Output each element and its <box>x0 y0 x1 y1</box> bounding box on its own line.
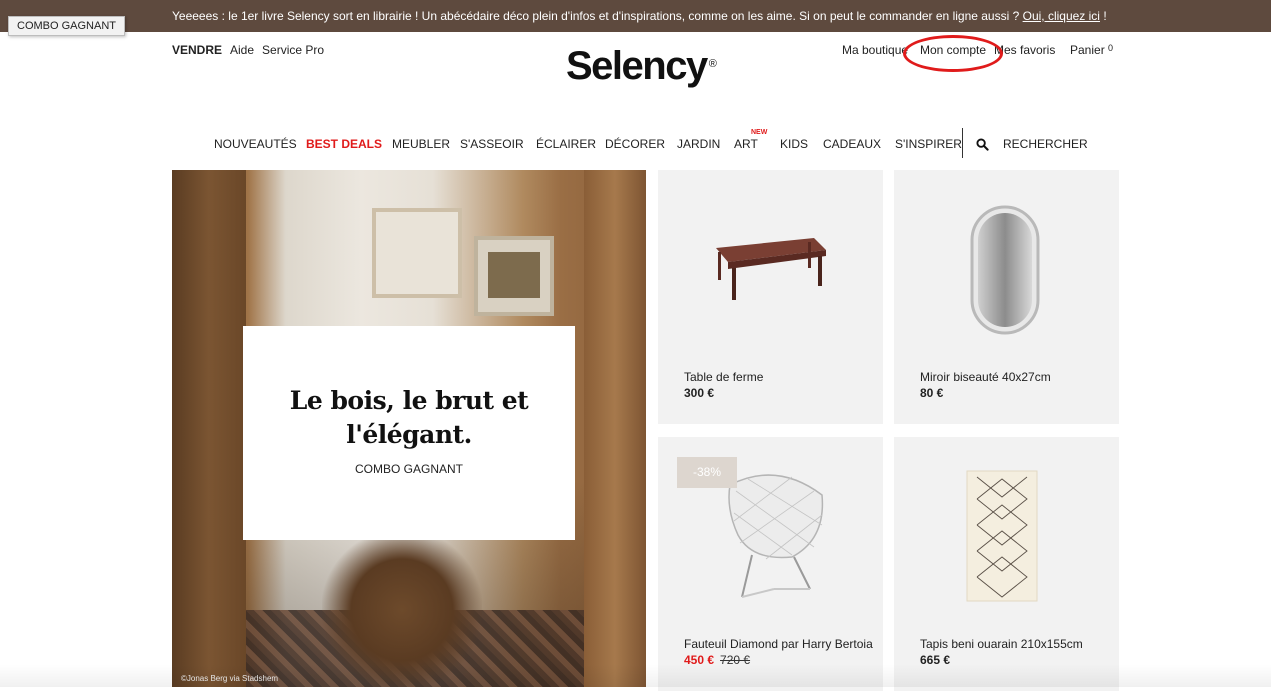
announcement-end: ! <box>1099 9 1107 23</box>
product-name: Fauteuil Diamond par Harry Bertoia <box>684 637 873 651</box>
old-price: 720 € <box>720 653 751 667</box>
sell-link[interactable]: VENDRE <box>172 43 222 57</box>
nav-item-jardin[interactable]: JARDIN <box>677 137 720 151</box>
product-card[interactable]: Tapis beni ouarain 210x155cm 665 € <box>894 437 1119 691</box>
nav-item-decorer[interactable]: DÉCORER <box>605 137 665 151</box>
nav-item-eclairer[interactable]: ÉCLAIRER <box>536 137 596 151</box>
announcement-bar: Yeeeees : le 1er livre Selency sort en l… <box>0 0 1271 32</box>
hero-image-chair <box>322 530 482 687</box>
tooltip: COMBO GAGNANT <box>8 16 126 36</box>
armchair-image <box>728 474 824 598</box>
product-card[interactable]: Table de ferme 300 € <box>658 170 883 424</box>
table-image <box>716 238 826 300</box>
nav-item-kids[interactable]: KIDS <box>780 137 808 151</box>
my-shop-link[interactable]: Ma boutique <box>842 43 908 57</box>
header-left-links: VENDRE Aide Service Pro <box>172 43 332 57</box>
hero-image-frame <box>372 208 462 298</box>
logo-text: Selency <box>566 44 708 88</box>
nav-item-sasseoir[interactable]: S'ASSEOIR <box>460 137 524 151</box>
hero-image-door-left <box>172 170 246 687</box>
nav-item-best-deals[interactable]: BEST DEALS <box>306 137 382 151</box>
cart-count-badge: 0 <box>1108 43 1114 53</box>
hero-subtitle: COMBO GAGNANT <box>354 462 463 476</box>
announcement-message: Yeeeees : le 1er livre Selency sort en l… <box>172 9 1023 23</box>
logo-mark: ® <box>708 58 717 70</box>
hero-banner[interactable]: Le bois, le brut et l'élégant. COMBO GAG… <box>172 170 646 687</box>
nav-item-sinspirer[interactable]: S'INSPIRER <box>895 137 962 151</box>
product-name: Tapis beni ouarain 210x155cm <box>920 637 1083 651</box>
product-price: 665 € <box>920 653 951 667</box>
annotation-circle <box>903 35 1003 72</box>
product-price: 80 € <box>920 386 944 400</box>
discount-badge: -38% <box>677 457 737 488</box>
new-badge: NEW <box>751 129 768 136</box>
search-icon[interactable] <box>976 138 989 151</box>
mirror-image <box>970 205 1040 335</box>
main-nav: NOUVEAUTÉS BEST DEALS MEUBLER S'ASSEOIR … <box>0 128 1271 158</box>
product-card[interactable]: Miroir biseauté 40x27cm 80 € <box>894 170 1119 424</box>
product-price: 300 € <box>684 386 715 400</box>
product-name: Miroir biseauté 40x27cm <box>920 370 1051 384</box>
pro-service-link[interactable]: Service Pro <box>262 43 324 57</box>
product-card[interactable]: -38% Fauteuil Diamond par Harry Bertoia … <box>658 437 883 691</box>
product-name: Table de ferme <box>684 370 764 384</box>
help-link[interactable]: Aide <box>230 43 254 57</box>
nav-item-meubler[interactable]: MEUBLER <box>392 137 450 151</box>
announcement-text: Yeeeees : le 1er livre Selency sort en l… <box>172 0 1107 32</box>
announcement-link[interactable]: Oui, cliquez ici <box>1023 9 1100 23</box>
nav-item-art[interactable]: ART <box>734 137 758 151</box>
nav-divider <box>962 128 963 158</box>
nav-item-nouveautes[interactable]: NOUVEAUTÉS <box>214 137 297 151</box>
hero-card[interactable]: Le bois, le brut et l'élégant. COMBO GAG… <box>243 326 575 540</box>
sale-price: 450 € <box>684 653 715 667</box>
rug-image <box>966 470 1038 602</box>
cart-link[interactable]: Panier <box>1070 43 1105 57</box>
product-price: 450 € 720 € <box>684 653 750 667</box>
hero-image-door-right <box>584 170 646 687</box>
hero-title: Le bois, le brut et l'élégant. <box>289 386 529 449</box>
hero-image-painting <box>488 252 540 298</box>
nav-item-cadeaux[interactable]: CADEAUX <box>823 137 881 151</box>
photo-credit: ©Jonas Berg via Stadshem <box>181 674 279 683</box>
logo[interactable]: Selency ® <box>566 44 717 89</box>
search-link[interactable]: RECHERCHER <box>1003 137 1088 151</box>
